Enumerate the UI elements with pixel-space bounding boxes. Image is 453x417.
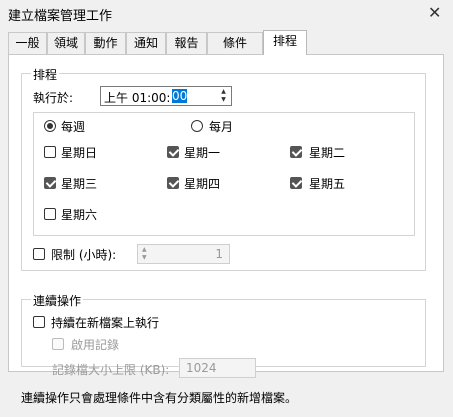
spin-down-icon[interactable]: ▼ bbox=[217, 96, 230, 104]
label-thursday: 星期四 bbox=[184, 177, 221, 191]
tab-report[interactable]: 報告 bbox=[166, 32, 207, 54]
tab-general[interactable]: 一般 bbox=[8, 32, 47, 54]
limit-hours-value: 1 bbox=[215, 247, 223, 261]
time-value: 上午 01:00: bbox=[104, 91, 171, 105]
label-friday: 星期五 bbox=[309, 177, 346, 191]
continuous-group-label: 連續操作 bbox=[31, 292, 84, 309]
run-on-new-checkbox[interactable] bbox=[33, 316, 45, 328]
spin-down-icon: ▼ bbox=[142, 254, 147, 261]
close-icon[interactable]: ✕ bbox=[428, 3, 441, 22]
tab-condition[interactable]: 條件 bbox=[207, 32, 263, 54]
log-size-label: 記錄檔大小上限 (KB): bbox=[52, 363, 170, 377]
checkbox-sunday[interactable] bbox=[44, 146, 56, 158]
spin-up-icon[interactable]: ▲ bbox=[217, 88, 230, 96]
checkbox-tuesday[interactable] bbox=[290, 146, 302, 158]
checkbox-saturday[interactable] bbox=[44, 208, 56, 220]
label-tuesday: 星期二 bbox=[309, 146, 346, 160]
footer-note: 連續操作只會處理條件中含有分類屬性的新增檔案。 bbox=[21, 391, 298, 405]
run-on-new-label: 持續在新檔案上執行 bbox=[51, 316, 160, 330]
monthly-radio[interactable] bbox=[191, 120, 203, 132]
checkbox-friday[interactable] bbox=[290, 177, 302, 189]
log-size-field[interactable]: 1024 bbox=[179, 358, 256, 378]
checkbox-wednesday[interactable] bbox=[44, 177, 56, 189]
weekly-radio[interactable] bbox=[44, 120, 56, 132]
weekly-label: 每週 bbox=[61, 120, 86, 134]
time-selected-segment[interactable]: 00 bbox=[172, 89, 188, 103]
limit-checkbox[interactable] bbox=[33, 248, 45, 260]
tab-scope[interactable]: 領域 bbox=[47, 32, 85, 54]
time-picker[interactable]: 上午 01:00: 00 ▲ ▼ bbox=[100, 86, 232, 106]
run-at-label: 執行於: bbox=[33, 91, 74, 105]
schedule-group-label: 排程 bbox=[31, 66, 60, 83]
continuous-group bbox=[21, 299, 426, 367]
enable-log-checkbox[interactable] bbox=[52, 338, 64, 350]
checkbox-thursday[interactable] bbox=[167, 177, 179, 189]
checkbox-monday[interactable] bbox=[167, 146, 179, 158]
window-title: 建立檔案管理工作 bbox=[8, 9, 113, 24]
label-sunday: 星期日 bbox=[61, 146, 98, 160]
tab-schedule[interactable]: 排程 bbox=[263, 30, 307, 55]
limit-label: 限制 (小時): bbox=[51, 248, 117, 262]
label-wednesday: 星期三 bbox=[61, 177, 98, 191]
monthly-label: 每月 bbox=[209, 120, 234, 134]
tab-action[interactable]: 動作 bbox=[85, 32, 126, 54]
label-monday: 星期一 bbox=[184, 146, 221, 160]
spin-up-icon: ▲ bbox=[142, 246, 147, 253]
enable-log-label: 啟用記錄 bbox=[71, 338, 120, 352]
limit-hours-field[interactable]: ▲ ▼ 1 bbox=[137, 244, 230, 264]
tab-notification[interactable]: 通知 bbox=[126, 32, 166, 54]
label-saturday: 星期六 bbox=[61, 208, 98, 222]
log-size-value: 1024 bbox=[186, 361, 217, 375]
